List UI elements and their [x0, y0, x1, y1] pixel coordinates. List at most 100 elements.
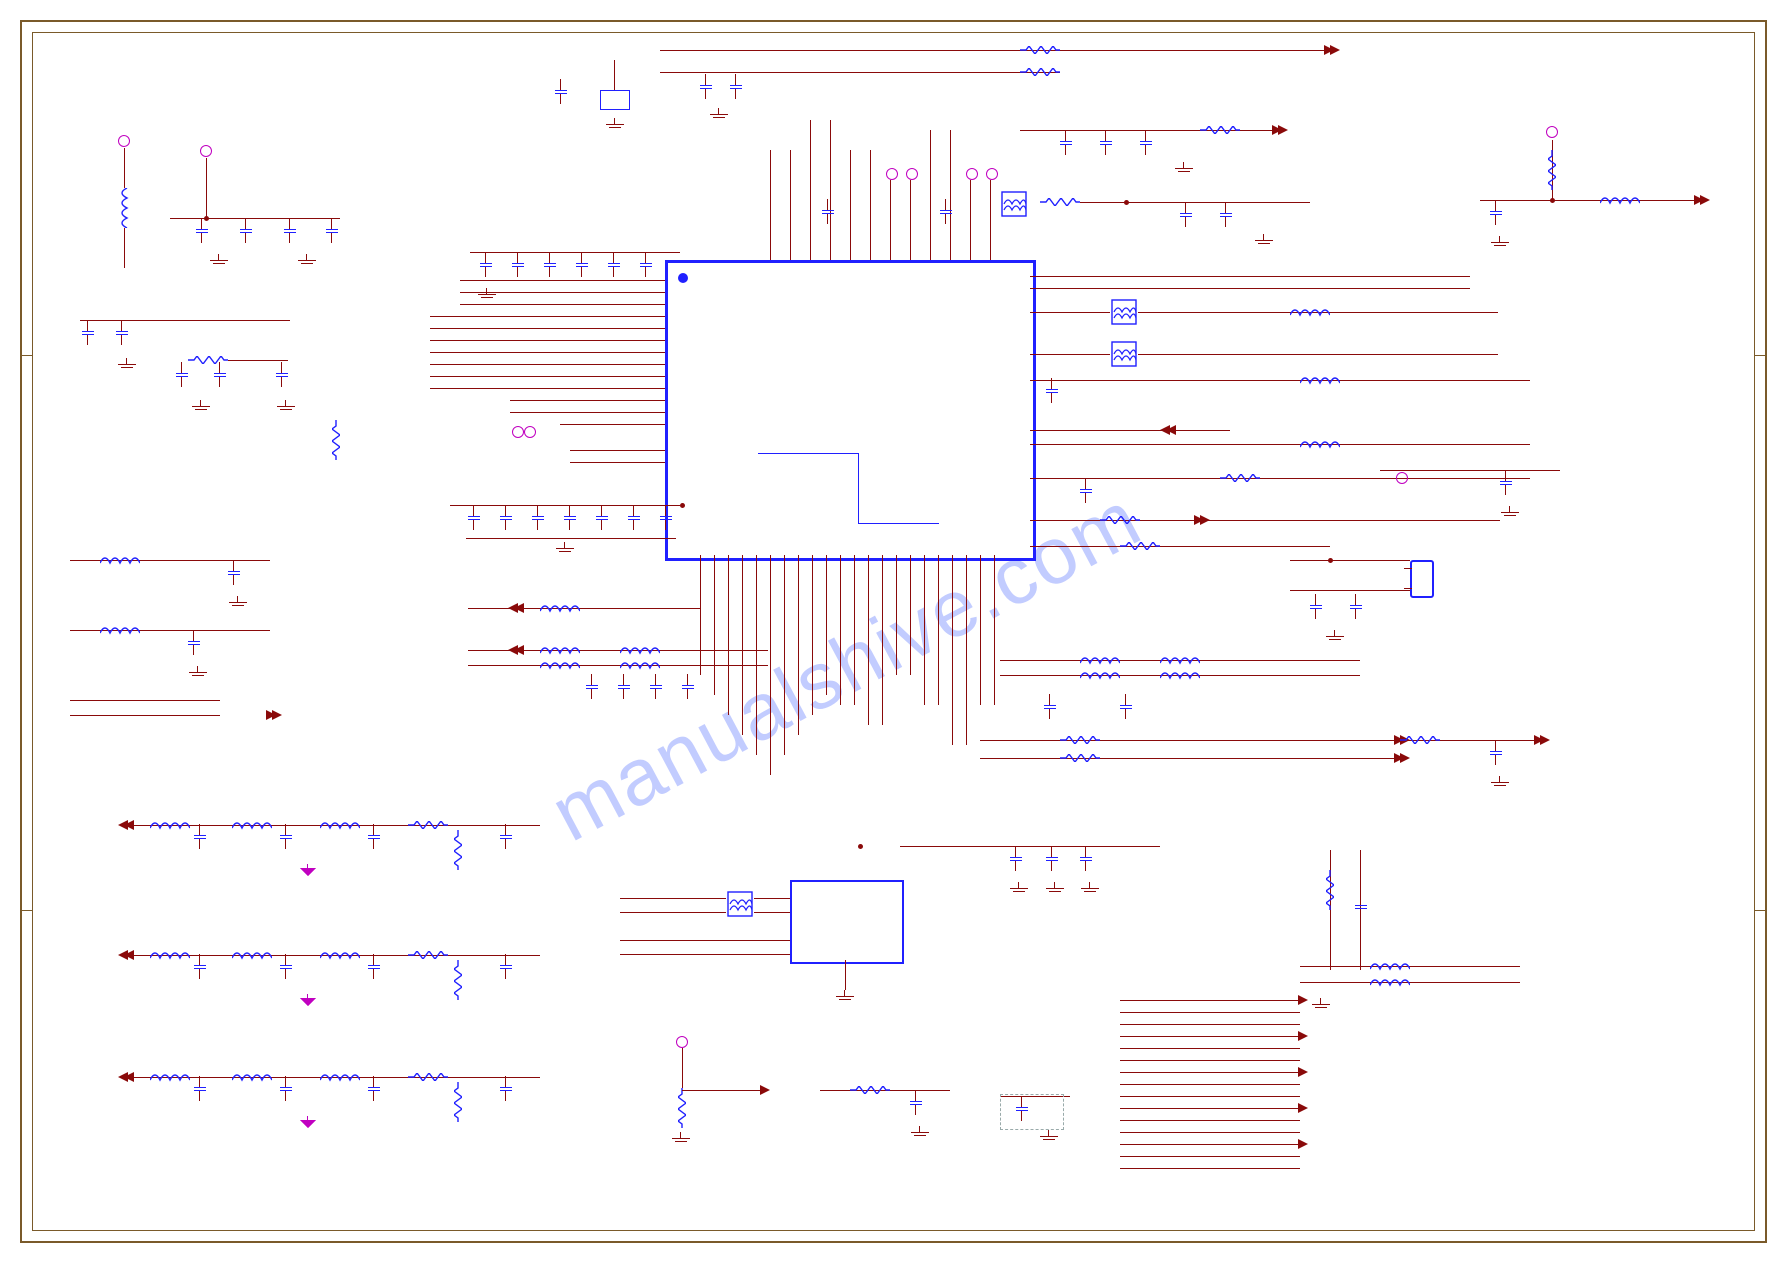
wire: [80, 320, 290, 321]
capacitor: [240, 224, 252, 238]
capacitor: [194, 1082, 206, 1096]
wire: [1330, 850, 1331, 970]
capacitor: [1060, 136, 1072, 150]
capacitor: [608, 258, 620, 272]
junction: [858, 844, 863, 849]
power-port: [524, 426, 536, 438]
capacitor: [228, 566, 240, 580]
wire: [468, 665, 768, 666]
power-port: [512, 426, 524, 438]
wire: [620, 898, 726, 899]
capacitor: [326, 224, 338, 238]
inductor: [150, 1072, 190, 1082]
frame-tick: [20, 355, 32, 356]
capacitor: [500, 830, 512, 844]
capacitor: [512, 258, 524, 272]
capacitor: [1046, 384, 1058, 398]
wire: [620, 912, 726, 913]
resistor: [1200, 126, 1240, 134]
wire: [700, 555, 701, 675]
offpage-arrow: [1330, 45, 1340, 55]
capacitor: [1010, 852, 1022, 866]
capacitor: [214, 368, 226, 382]
ground: [1175, 162, 1193, 174]
capacitor: [368, 960, 380, 974]
wire: [460, 304, 665, 305]
inductor: [100, 555, 140, 565]
resistor: [1220, 474, 1260, 482]
inductor: [1160, 655, 1200, 665]
junction: [1328, 558, 1333, 563]
power-port: [118, 135, 130, 147]
wire: [826, 555, 827, 695]
ground: [1255, 234, 1273, 246]
capacitor: [910, 1096, 922, 1110]
agnd: [300, 1116, 316, 1128]
wire: [882, 555, 883, 725]
wire: [614, 60, 615, 90]
inductor: [150, 950, 190, 960]
capacitor: [480, 258, 492, 272]
wire: [798, 555, 799, 735]
capacitor: [82, 326, 94, 340]
inductor: [232, 820, 272, 830]
wire: [560, 424, 665, 425]
ferrite-bead: [1110, 298, 1138, 326]
wire: [854, 555, 855, 705]
ground: [1491, 236, 1509, 248]
capacitor: [596, 511, 608, 525]
wire: [930, 130, 931, 260]
ground: [1491, 776, 1509, 788]
inductor: [232, 1072, 272, 1082]
wire: [714, 555, 715, 695]
wire: [468, 608, 700, 609]
capacitor: [500, 960, 512, 974]
wire: [466, 538, 676, 539]
wire: [228, 360, 288, 361]
capacitor: [468, 511, 480, 525]
wire: [900, 846, 1160, 847]
resistor: [1060, 754, 1100, 762]
wire: [660, 50, 1330, 51]
wire: [790, 150, 791, 260]
wire: [830, 120, 831, 260]
wire: [890, 180, 891, 260]
ground: [192, 400, 210, 412]
wire: [1030, 478, 1530, 479]
wire: [660, 72, 1060, 73]
ground: [189, 666, 207, 678]
power-port: [1396, 472, 1408, 484]
wire: [742, 555, 743, 735]
wire: [1290, 560, 1410, 561]
resistor: [850, 1086, 890, 1094]
wire: [620, 954, 790, 955]
capacitor: [194, 960, 206, 974]
wire: [1300, 966, 1520, 967]
capacitor: [822, 205, 834, 219]
capacitor: [276, 368, 288, 382]
wire: [124, 148, 125, 188]
inductor: [540, 660, 580, 670]
mosfet: [600, 90, 630, 110]
capacitor: [1355, 900, 1367, 914]
resistor: [1100, 516, 1140, 524]
capacitor: [500, 511, 512, 525]
inductor: [620, 660, 660, 670]
ic-main: [665, 260, 1036, 561]
capacitor: [1120, 700, 1132, 714]
wire: [1030, 380, 1530, 381]
ground: [277, 400, 295, 412]
wire: [952, 555, 953, 745]
capacitor: [940, 205, 952, 219]
offpage-arrow: [1278, 125, 1288, 135]
wire: [570, 462, 665, 463]
wire: [812, 555, 813, 715]
inductor: [1300, 375, 1340, 385]
capacitor: [280, 830, 292, 844]
wire: [124, 228, 125, 268]
resistor: [454, 830, 462, 870]
wire: [682, 1048, 683, 1088]
offpage-arrow: [272, 710, 282, 720]
wire: [810, 120, 811, 260]
capacitor: [650, 680, 662, 694]
